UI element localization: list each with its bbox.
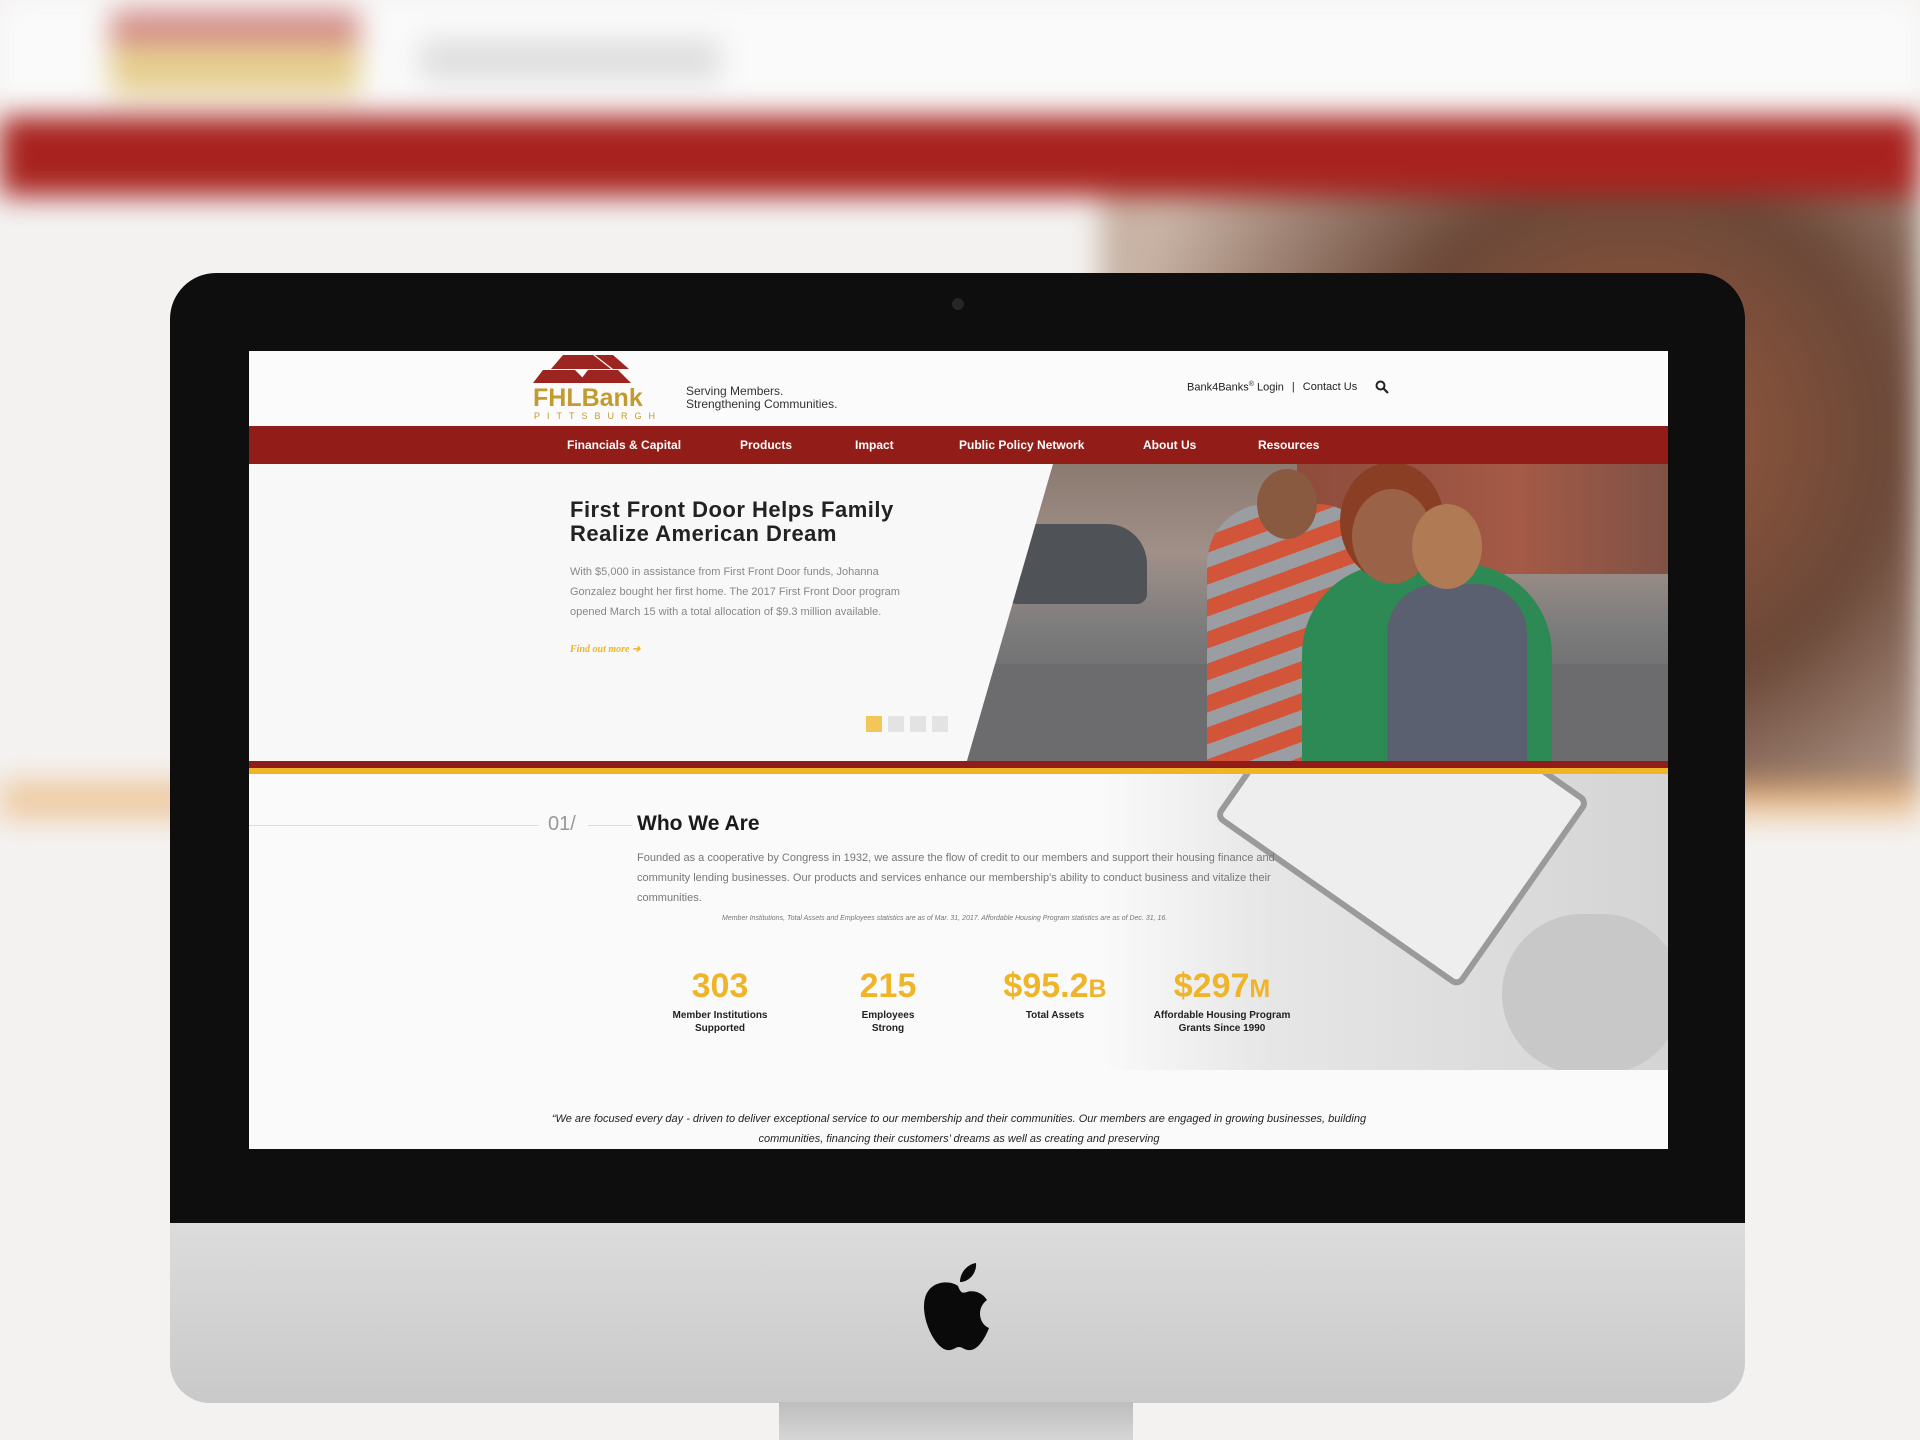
divider-red <box>249 761 1668 768</box>
nav-public-policy-network[interactable]: Public Policy Network <box>959 438 1084 452</box>
site-header: FHLBank PITTSBURGH Serving Members. Stre… <box>249 351 1668 426</box>
nav-resources[interactable]: Resources <box>1258 438 1319 452</box>
nav-financials-capital[interactable]: Financials & Capital <box>567 438 681 452</box>
stat-value: $297 <box>1173 967 1250 1005</box>
slide-dot-4[interactable] <box>932 716 948 732</box>
monitor-stand <box>779 1402 1133 1440</box>
divider-line <box>249 825 539 826</box>
hero-title: First Front Door Helps Family Realize Am… <box>570 497 894 546</box>
statistics-note: Member Institutions, Total Assets and Em… <box>722 915 1168 922</box>
tagline: Serving Members. Strengthening Communiti… <box>686 385 837 411</box>
hero-text: With $5,000 in assistance from First Fro… <box>570 566 900 618</box>
contact-us-link[interactable]: Contact Us <box>1303 381 1357 393</box>
stat-employees: 215 Employees Strong <box>803 966 973 1035</box>
slide-dot-1[interactable] <box>866 716 882 732</box>
stat-member-institutions: 303 Member Institutions Supported <box>635 966 805 1035</box>
stat-value: 215 <box>859 967 917 1005</box>
stat-label: Member Institutions <box>672 1010 768 1021</box>
hero-slider: First Front Door Helps Family Realize Am… <box>249 464 1668 761</box>
stat-total-assets: $95.2B Total Assets <box>970 966 1140 1022</box>
slide-dot-3[interactable] <box>910 716 926 732</box>
tagline-line-2: Strengthening Communities. <box>686 397 838 411</box>
quote-text: “We are focused every day - driven to de… <box>551 1113 1367 1145</box>
apple-logo-icon <box>924 1263 989 1351</box>
login-suffix: Login <box>1253 381 1284 394</box>
stat-unit: B <box>1088 975 1107 1003</box>
slider-dots <box>866 716 948 732</box>
bank4banks-login-link[interactable]: Bank4Banks® Login <box>1187 381 1284 394</box>
camera <box>952 298 964 310</box>
divider-line <box>588 825 632 826</box>
section-number: 01/ <box>548 813 576 835</box>
login-label: Bank4Banks <box>1187 381 1249 394</box>
stat-label: Affordable Housing Program <box>1153 1010 1291 1021</box>
separator: | <box>1291 381 1295 393</box>
stat-unit: M <box>1249 975 1271 1003</box>
stat-label: Total Assets <box>1025 1010 1085 1021</box>
nav-about-us[interactable]: About Us <box>1143 438 1196 452</box>
website-screen: FHLBank PITTSBURGH Serving Members. Stre… <box>249 351 1668 1149</box>
logo-wordmark[interactable]: FHLBank <box>533 384 643 413</box>
stat-affordable-housing: $297M Affordable Housing Program Grants … <box>1137 966 1307 1035</box>
nav-products[interactable]: Products <box>740 438 792 452</box>
main-nav: Financials & Capital Products Impact Pub… <box>249 426 1668 464</box>
stat-label: Grants Since 1990 <box>1178 1023 1266 1034</box>
search-icon[interactable] <box>1375 380 1389 394</box>
stat-value: 303 <box>691 967 749 1005</box>
stat-label: Strong <box>871 1023 905 1034</box>
find-out-more-link[interactable]: Find out more ➔ <box>570 644 640 655</box>
nav-impact[interactable]: Impact <box>855 438 894 452</box>
logo-location: PITTSBURGH <box>534 411 663 421</box>
stat-label: Employees <box>861 1010 915 1021</box>
hero-family-photo <box>967 464 1668 761</box>
arrow-right-icon: ➔ <box>631 644 641 655</box>
utility-links: Bank4Banks® Login | Contact Us <box>1187 380 1389 394</box>
who-we-are-title: Who We Are <box>637 812 760 835</box>
stat-label: Supported <box>695 1023 745 1034</box>
find-out-more-label: Find out more <box>570 644 630 655</box>
who-we-are-text: Founded as a cooperative by Congress in … <box>637 852 1275 904</box>
stat-value: $95.2 <box>1003 967 1089 1005</box>
slide-dot-2[interactable] <box>888 716 904 732</box>
